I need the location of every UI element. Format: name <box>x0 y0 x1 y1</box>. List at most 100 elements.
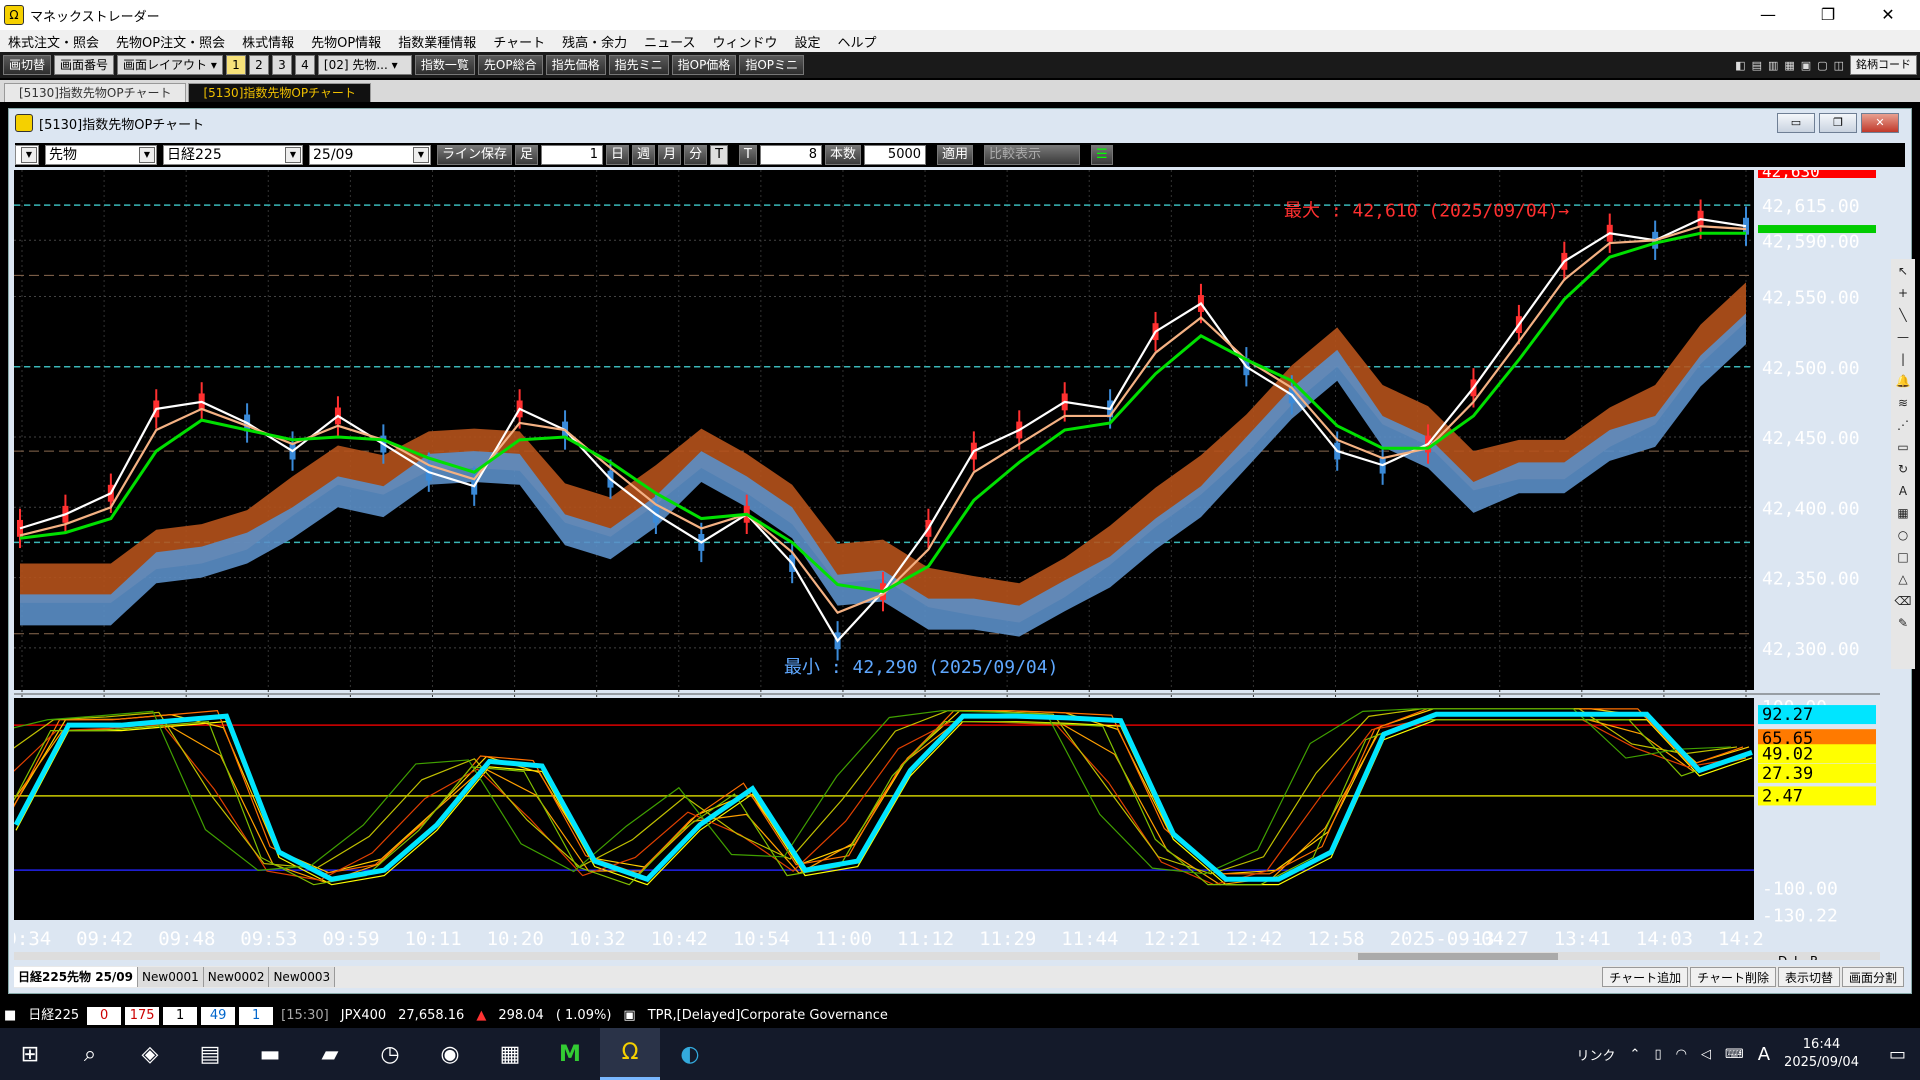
clock-date[interactable]: 2025/09/04 <box>1784 1054 1859 1072</box>
layout-icon-3[interactable]: ▥ <box>1768 59 1778 72</box>
futures-mini-button[interactable]: 指先ミニ <box>608 55 669 75</box>
ticker-checkbox[interactable]: ■ <box>0 1007 20 1025</box>
channel-icon[interactable]: ▭ <box>1893 437 1913 457</box>
delete-chart-button[interactable]: チャート削除 <box>1690 967 1776 987</box>
layout-icon-6[interactable]: ▢ <box>1817 59 1827 72</box>
folder-icon[interactable]: ▬ <box>240 1028 300 1080</box>
chart-tab-new3[interactable]: New0003 <box>269 967 336 987</box>
mt4-icon[interactable]: ◉ <box>420 1028 480 1080</box>
count-input[interactable]: 5000 <box>864 145 927 165</box>
bell-icon[interactable]: 🔔 <box>1893 371 1913 391</box>
layout-icon-5[interactable]: ▣ <box>1801 59 1811 72</box>
tab-chart-2[interactable]: [5130]指数先物OPチャート <box>188 83 371 102</box>
month-select[interactable]: 25/09 ▼ <box>309 145 431 165</box>
period-month-button[interactable]: 月 <box>658 145 682 165</box>
grid-app-icon[interactable]: ▦ <box>480 1028 540 1080</box>
child-maximize-button[interactable]: ❐ <box>1819 113 1857 133</box>
menu-settings[interactable]: 設定 <box>794 32 820 51</box>
cursor-icon[interactable]: ↖ <box>1893 261 1913 281</box>
page-3-button[interactable]: 3 <box>271 55 292 75</box>
split-screen-button[interactable]: 画面分割 <box>1841 967 1904 987</box>
menu-window[interactable]: ウィンドウ <box>712 32 777 51</box>
menu-balance[interactable]: 残高・余力 <box>562 32 627 51</box>
ellipse-icon[interactable]: ○ <box>1893 525 1913 545</box>
battery-icon[interactable]: ▯ <box>1654 1047 1661 1062</box>
vline-icon[interactable]: | <box>1893 349 1913 369</box>
notes-icon[interactable]: ▰ <box>300 1028 360 1080</box>
menu-futures-info[interactable]: 先物OP情報 <box>311 32 381 51</box>
period-week-button[interactable]: 週 <box>632 145 656 165</box>
menu-futures-order[interactable]: 先物OP注文・照会 <box>116 32 225 51</box>
fan-icon[interactable]: ⋰ <box>1893 415 1913 435</box>
screen-switch-button[interactable]: 画切替 <box>3 55 52 75</box>
layout-icon-2[interactable]: ▤ <box>1752 59 1762 72</box>
add-chart-button[interactable]: チャート追加 <box>1602 967 1689 987</box>
copilot-icon[interactable]: ◈ <box>120 1028 180 1080</box>
chart-menu-dropdown[interactable]: ▼ <box>15 145 39 165</box>
op-price-button[interactable]: 指OP価格 <box>671 55 737 75</box>
tick-input[interactable]: 8 <box>760 145 822 165</box>
rectangle-icon[interactable]: □ <box>1893 547 1913 567</box>
keyboard-icon[interactable]: ⌨ <box>1725 1047 1744 1062</box>
trendline-icon[interactable]: ╲ <box>1893 305 1913 325</box>
preset-dropdown[interactable]: [02] 先物... ▾ <box>317 55 412 75</box>
fib-icon[interactable]: ≋ <box>1893 393 1913 413</box>
interval-input[interactable]: 1 <box>541 145 604 165</box>
minimize-button[interactable]: — <box>1740 0 1796 30</box>
volume-icon[interactable]: ◁ <box>1701 1047 1711 1062</box>
monex-trader-icon[interactable]: Ω <box>600 1028 660 1080</box>
screen-number-field[interactable]: 画面番号 <box>54 55 115 75</box>
layout-icon-4[interactable]: ▦ <box>1784 59 1794 72</box>
search-icon[interactable]: ⌕ <box>60 1028 120 1080</box>
eraser-icon[interactable]: ⌫ <box>1893 591 1913 611</box>
op-summary-button[interactable]: 先OP総合 <box>477 55 543 75</box>
eraser-all-icon[interactable]: ✎ <box>1893 613 1913 633</box>
line-save-button[interactable]: ライン保存 <box>437 145 513 165</box>
op-mini-button[interactable]: 指OPミニ <box>739 55 804 75</box>
close-button[interactable]: ✕ <box>1860 0 1916 30</box>
contacts-icon[interactable]: ▤ <box>180 1028 240 1080</box>
index-list-button[interactable]: 指数一覧 <box>414 55 475 75</box>
code-input[interactable]: 銘柄コード <box>1850 55 1917 75</box>
compare-button[interactable]: 比較表示 <box>984 145 1081 165</box>
apply-button[interactable]: 適用 <box>937 145 974 165</box>
index-select[interactable]: 日経225 ▼ <box>163 145 303 165</box>
page-1-button[interactable]: 1 <box>225 55 246 75</box>
edge-icon[interactable]: ◐ <box>660 1028 720 1080</box>
cycle-icon[interactable]: ↻ <box>1893 459 1913 479</box>
menu-chart[interactable]: チャート <box>493 32 545 51</box>
menu-news[interactable]: ニュース <box>644 32 695 51</box>
tray-label[interactable]: リンク <box>1577 1045 1616 1064</box>
child-minimize-button[interactable]: ▭ <box>1777 113 1815 133</box>
chart-tab-nikkei[interactable]: 日経225先物 25/09 <box>14 967 139 987</box>
m-app-icon[interactable]: M <box>540 1028 600 1080</box>
layout-icon-1[interactable]: ◧ <box>1735 59 1745 72</box>
futures-price-button[interactable]: 指先価格 <box>545 55 606 75</box>
triangle-icon[interactable]: △ <box>1893 569 1913 589</box>
menu-help[interactable]: ヘルプ <box>837 32 876 51</box>
news-headline[interactable]: TPR,[Delayed]Corporate Governance <box>644 1007 892 1025</box>
menu-index-info[interactable]: 指数業種情報 <box>398 32 476 51</box>
page-2-button[interactable]: 2 <box>248 55 269 75</box>
text-icon[interactable]: A <box>1893 481 1913 501</box>
child-close-button[interactable]: ✕ <box>1861 113 1899 133</box>
notification-icon[interactable]: ▭ <box>1889 1044 1906 1065</box>
chart-tab-new2[interactable]: New0002 <box>203 967 270 987</box>
crosshair-icon[interactable]: + <box>1893 283 1913 303</box>
page-4-button[interactable]: 4 <box>294 55 315 75</box>
period-tick-button[interactable]: T <box>710 145 729 165</box>
chart-tab-new1[interactable]: New0001 <box>138 967 204 987</box>
maximize-button[interactable]: ❐ <box>1800 0 1856 30</box>
kind-select[interactable]: 先物 ▼ <box>45 145 157 165</box>
clock-icon[interactable]: ◷ <box>360 1028 420 1080</box>
layout-icon-7[interactable]: ◫ <box>1834 59 1844 72</box>
hline-icon[interactable]: — <box>1893 327 1913 347</box>
chart-canvas[interactable]: 最大 : 42,610 (2025/09/04)→ 最小 : 42,290 (20… <box>14 170 1880 960</box>
layout-dropdown[interactable]: 画面レイアウト ▾ <box>117 55 223 75</box>
menu-stock-info[interactable]: 株式情報 <box>242 32 294 51</box>
ime-indicator[interactable]: A <box>1758 1044 1770 1065</box>
chevron-up-icon[interactable]: ⌃ <box>1630 1047 1641 1062</box>
period-day-button[interactable]: 日 <box>606 145 630 165</box>
clock-time[interactable]: 16:44 <box>1784 1036 1859 1054</box>
table-icon[interactable]: ▦ <box>1893 503 1913 523</box>
